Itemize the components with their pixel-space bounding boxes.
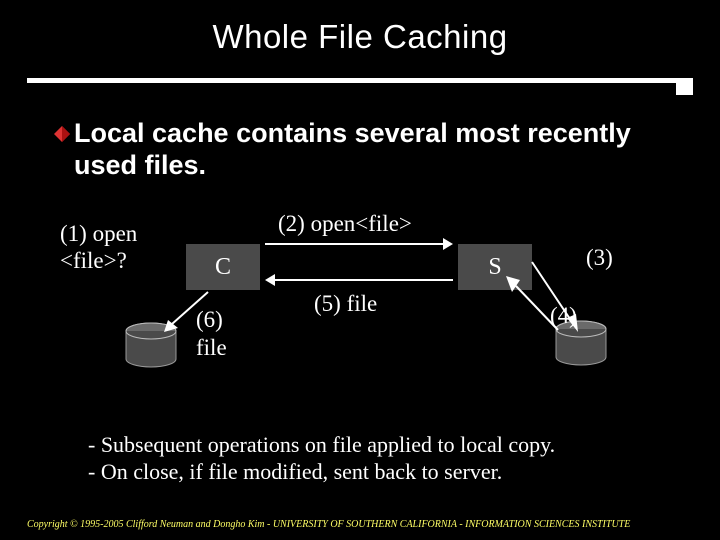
arrow-open-request	[265, 236, 453, 252]
rule-tick	[676, 83, 693, 95]
footer-copyright: Copyright © 1995-2005 Clifford Neuman an…	[27, 519, 630, 530]
label-5-file: (5) file	[314, 290, 377, 317]
label-3: (3)	[586, 244, 613, 271]
notes: - Subsequent operations on file applied …	[88, 432, 670, 486]
label-4: (4)	[550, 302, 577, 329]
note-line-1: - Subsequent operations on file applied …	[88, 432, 670, 459]
diagram: (1) open <file>? C S (2) open<file> (5) …	[60, 214, 660, 414]
diamond-bullet-icon	[54, 126, 70, 142]
rule-bar	[27, 78, 693, 83]
slide: Whole File Caching Local cache contains …	[0, 0, 720, 540]
note-line-2: - On close, if file modified, sent back …	[88, 459, 670, 486]
title-rule	[27, 78, 693, 86]
label-file-local: file	[196, 334, 227, 361]
page-title: Whole File Caching	[0, 0, 720, 56]
label-2-open: (2) open<file>	[278, 210, 412, 237]
bullet-text: Local cache contains several most recent…	[74, 118, 680, 182]
box-client: C	[186, 244, 260, 290]
label-1-open-file: (1) open <file>?	[60, 220, 140, 274]
arrow-file-return	[265, 272, 453, 288]
label-6: (6)	[196, 306, 223, 333]
bullet-row: Local cache contains several most recent…	[54, 118, 680, 182]
content-area: Local cache contains several most recent…	[54, 118, 680, 182]
